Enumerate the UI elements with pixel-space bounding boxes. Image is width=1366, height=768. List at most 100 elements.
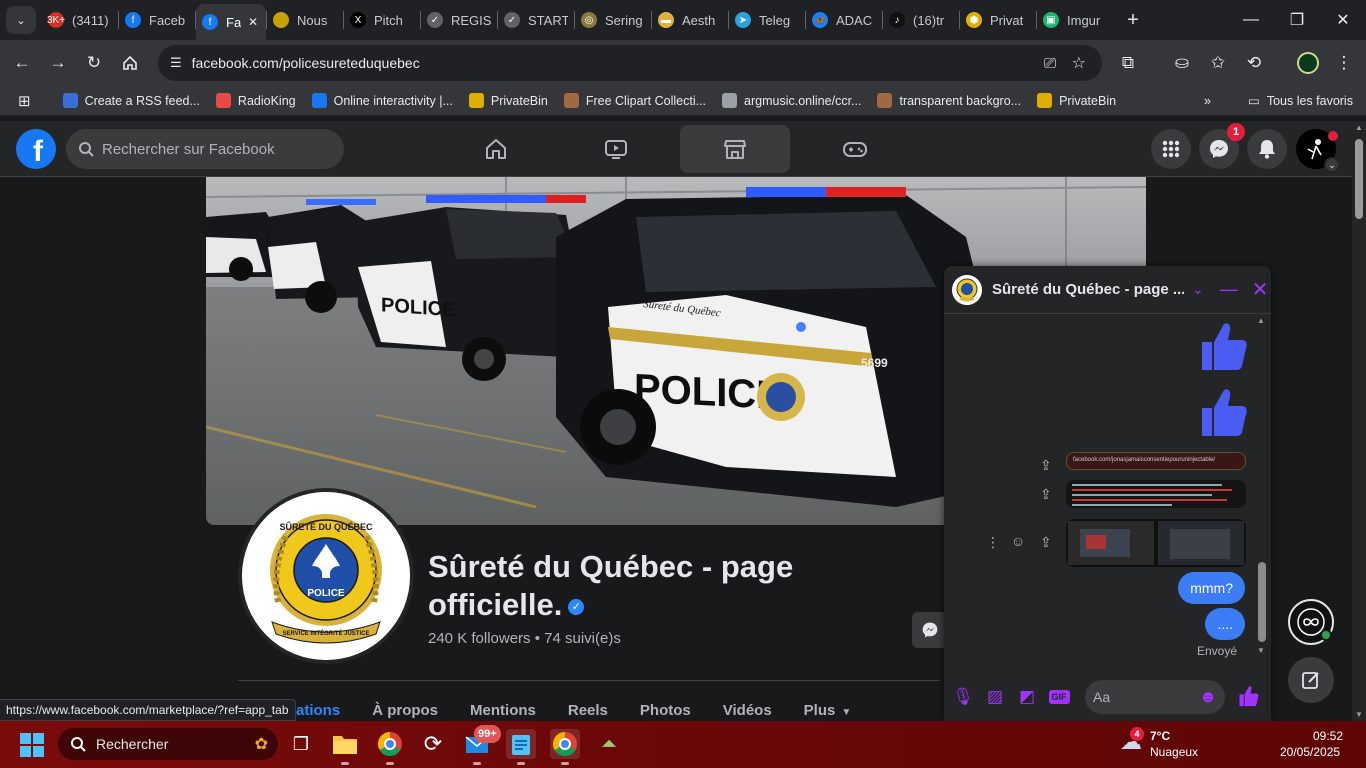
chat-close-icon[interactable]: ✕ — [1252, 277, 1269, 302]
bookmark-star-icon[interactable]: ☆ — [1072, 53, 1086, 73]
shared-link-bubble[interactable]: facebook.com/jonasjamaisconsentiepouruni… — [1066, 452, 1246, 470]
facebook-logo[interactable]: f — [16, 129, 56, 169]
url-text[interactable]: facebook.com/policesureteduquebec — [192, 55, 420, 71]
bookmark-item[interactable]: Create a RSS feed... — [55, 93, 208, 108]
chat-header[interactable]: Sûreté du Québec - page ... ⌄ — ✕ — [944, 266, 1271, 314]
chat-scrollbar[interactable]: ▲ ▼ — [1257, 314, 1267, 660]
browser-tab[interactable]: ▬ Aesth — [652, 5, 728, 35]
page-tab[interactable]: Photos — [624, 702, 707, 719]
back-button[interactable]: ← — [4, 45, 40, 81]
bookmark-item[interactable]: transparent backgro... — [869, 93, 1029, 108]
profile-picture[interactable]: SÛRETÉ DU QUÉBEC POLICE SERVICE INTÉGRIT… — [238, 488, 414, 664]
nav-video[interactable] — [561, 125, 671, 173]
page-scrollbar[interactable]: ▲ ▼ — [1352, 121, 1366, 721]
nav-home[interactable] — [441, 125, 551, 173]
close-window-button[interactable]: ✕ — [1320, 0, 1366, 40]
share-icon[interactable]: ⇪ — [1040, 486, 1052, 503]
bookmarks-overflow-button[interactable]: » — [1196, 94, 1219, 108]
voice-clip-icon[interactable]: 🎙 — [947, 687, 979, 707]
temperature[interactable]: 7°C — [1150, 729, 1170, 743]
browser-tab[interactable]: 🦋 ADAC — [806, 5, 882, 35]
chat-options-chevron-icon[interactable]: ⌄ — [1192, 281, 1204, 298]
messenger-button[interactable]: 1 — [1199, 123, 1245, 169]
page-stats[interactable]: 240 K followers • 74 suivi(e)s — [428, 630, 621, 647]
bookmark-item[interactable]: RadioKing — [208, 93, 304, 108]
browser-tab[interactable]: X Pitch — [344, 5, 420, 35]
scroll-up-arrow-icon[interactable]: ▲ — [1355, 123, 1363, 132]
share-icon[interactable]: ⇪ — [1040, 534, 1052, 551]
start-button[interactable] — [20, 733, 44, 757]
clock-date[interactable]: 20/05/2025 — [1280, 745, 1340, 759]
nav-marketplace[interactable] — [680, 125, 790, 173]
page-scroll-thumb[interactable] — [1355, 139, 1363, 219]
page-tab[interactable]: À propos — [356, 702, 454, 719]
message-bubble-dots[interactable]: .... — [1205, 608, 1245, 640]
facebook-search-input[interactable]: Rechercher sur Facebook — [66, 129, 344, 169]
new-message-button[interactable] — [1288, 657, 1334, 703]
close-tab-icon[interactable]: ✕ — [248, 15, 258, 29]
site-info-icon[interactable]: ☰ — [170, 55, 182, 71]
browser-tab[interactable]: f Fa ✕ — [196, 4, 266, 40]
restore-button[interactable]: ❐ — [1274, 0, 1320, 40]
scroll-down-arrow-icon[interactable]: ▼ — [1257, 646, 1265, 655]
chrome-profile-button[interactable] — [375, 729, 405, 765]
attach-image-icon[interactable]: ▨ — [979, 687, 1011, 707]
mail-button[interactable]: 99+ — [462, 725, 501, 765]
bookmark-item[interactable]: PrivateBin — [461, 93, 556, 108]
browser-tab[interactable]: Nous — [267, 5, 343, 35]
browser-tab[interactable]: f Faceb — [119, 5, 195, 35]
install-app-icon[interactable]: ⎚ — [1044, 55, 1056, 72]
message-page-button[interactable] — [912, 612, 948, 648]
history-button[interactable]: ⟲ — [1236, 45, 1272, 81]
incognito-button[interactable]: ⛀ — [1164, 45, 1200, 81]
taskbar-search[interactable]: Rechercher ✿ — [58, 728, 278, 760]
new-tab-button[interactable]: + — [1119, 6, 1147, 34]
bookmark-item[interactable]: Online interactivity |... — [304, 93, 461, 108]
browser-tab[interactable]: ➤ Teleg — [729, 5, 805, 35]
apps-button[interactable]: ⊞ — [0, 92, 55, 110]
all-bookmarks-folder[interactable]: ▭ Tous les favoris — [1240, 93, 1361, 109]
reload-button[interactable]: ↻ — [76, 45, 112, 81]
home-button[interactable] — [112, 45, 148, 81]
shared-text-image[interactable] — [1066, 480, 1246, 508]
browser-menu-button[interactable]: ⋮ — [1326, 45, 1362, 81]
chat-minimize-icon[interactable]: — — [1220, 279, 1238, 300]
chat-scroll-thumb[interactable] — [1258, 562, 1266, 642]
shared-image[interactable] — [1066, 519, 1246, 567]
page-tab[interactable]: Reels — [552, 702, 624, 719]
browser-tab[interactable]: ✓ REGIS — [421, 5, 497, 35]
browser-tab[interactable]: ♪ (16)tr — [883, 5, 959, 35]
tab-search-button[interactable]: ⌄ — [6, 6, 36, 34]
sync-app-button[interactable]: ⟳ — [418, 729, 448, 759]
message-bubble-mmm[interactable]: mmm? — [1178, 572, 1245, 604]
chrome-button[interactable] — [550, 729, 580, 765]
browser-tab[interactable]: 3K+ (3411) — [42, 5, 118, 35]
file-explorer-button[interactable] — [330, 729, 360, 765]
profile-button[interactable] — [1290, 45, 1326, 81]
bookmark-item[interactable]: Free Clipart Collecti... — [556, 93, 714, 108]
share-icon[interactable]: ⇪ — [1040, 457, 1052, 474]
clock-time[interactable]: 09:52 — [1313, 729, 1343, 743]
react-smiley-icon[interactable]: ☺ — [1011, 533, 1025, 549]
gif-icon[interactable]: GIF — [1043, 689, 1075, 704]
browser-tab[interactable]: ✓ START — [498, 5, 574, 35]
rocket-app-button[interactable]: ⏶ — [594, 729, 624, 759]
menu-button[interactable] — [1151, 129, 1191, 169]
scroll-down-arrow-icon[interactable]: ▼ — [1355, 710, 1363, 719]
page-tab[interactable]: Vidéos — [707, 702, 788, 719]
forward-button[interactable]: → — [40, 45, 76, 81]
task-view-button[interactable]: ❐ — [286, 729, 316, 759]
chat-avatar[interactable] — [952, 274, 982, 305]
bookmark-item[interactable]: argmusic.online/ccr... — [714, 93, 869, 108]
chat-title[interactable]: Sûreté du Québec - page ... — [992, 281, 1184, 298]
page-tab[interactable]: Plus ▼ — [788, 702, 868, 719]
emoji-icon[interactable]: ☻ — [1199, 687, 1217, 707]
account-chevron-icon[interactable]: ⌄ — [1324, 157, 1340, 173]
chat-messages[interactable]: facebook.com/jonasjamaisconsentiepouruni… — [944, 314, 1271, 660]
minimize-button[interactable]: — — [1228, 0, 1274, 40]
chat-head-avatar[interactable] — [1288, 599, 1334, 645]
browser-tab[interactable]: ◎ Sering — [575, 5, 651, 35]
account-button[interactable]: ⌄ — [1296, 129, 1340, 173]
extensions-button[interactable]: ⧉ — [1110, 45, 1146, 81]
notifications-button[interactable] — [1247, 129, 1287, 169]
